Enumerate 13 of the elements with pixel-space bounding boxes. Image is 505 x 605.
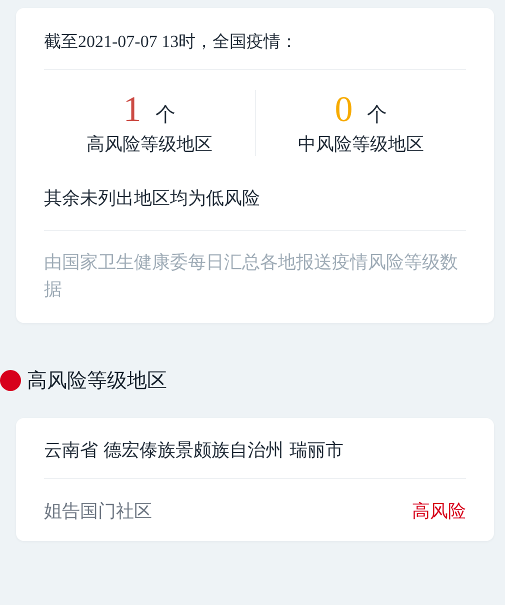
risk-level: 高风险 [412,500,466,523]
note-text: 其余未列出地区均为低风险 [44,156,466,231]
source-text: 由国家卫生健康委每日汇总各地报送疫情风险等级数据 [44,251,459,302]
area-name: 姐告国门社区 [44,500,152,523]
section-title: 高风险等级地区 [27,367,167,394]
count-value: 0 [334,90,353,128]
count-value: 1 [123,90,142,128]
count-unit: 个 [366,101,387,128]
stat-label: 高风险等级地区 [86,133,212,156]
count-unit: 个 [155,101,176,128]
region-name: 云南省 德宏傣族景颇族自治州 瑞丽市 [44,418,466,479]
stat-label: 中风险等级地区 [298,133,424,156]
summary-heading: 截至2021-07-07 13时，全国疫情： [44,8,466,70]
